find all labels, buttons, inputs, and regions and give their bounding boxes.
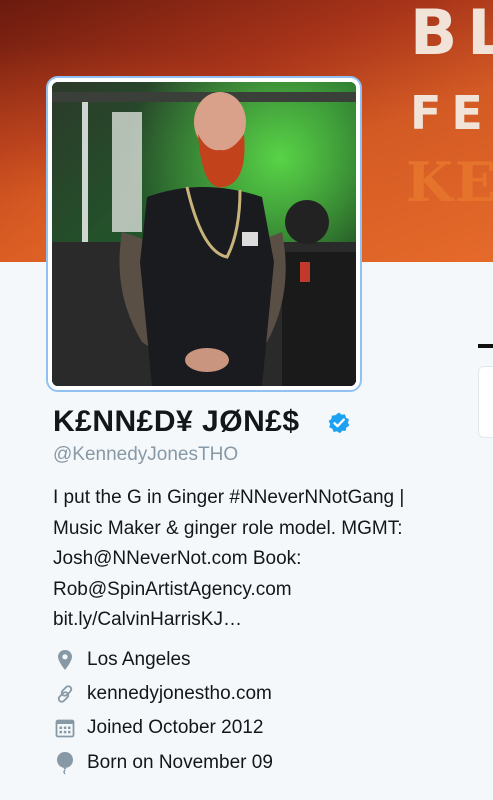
location-text: Los Angeles [87, 649, 191, 670]
profile-joined: Joined October 2012 [53, 713, 263, 743]
profile-handle[interactable]: @KennedyJonesTHO [53, 444, 238, 466]
website-link[interactable]: kennedyjonestho.com [87, 683, 272, 705]
profile-website[interactable]: kennedyjonestho.com [53, 679, 272, 709]
side-card [478, 366, 493, 438]
joined-text: Joined October 2012 [87, 717, 264, 738]
location-pin-icon [53, 648, 77, 672]
bio-line[interactable]: Rob@SpinArtistAgency.com [53, 575, 473, 606]
profile-location: Los Angeles [53, 645, 191, 675]
balloon-icon [53, 751, 77, 775]
profile-birthday: Born on November 09 [53, 748, 273, 778]
banner-text-line-1: BL [410, 0, 493, 69]
bio-line: Music Maker & ginger role model. MGMT: [53, 517, 403, 539]
link-icon [53, 682, 77, 706]
profile-bio: I put the G in Ginger #NNeverNNotGang | … [53, 483, 473, 636]
avatar-photo [52, 82, 356, 386]
divider [478, 344, 493, 348]
born-text: Born on November 09 [87, 752, 273, 773]
bio-line: I put the G in Ginger #NNeverNNotGang | [53, 487, 405, 508]
verified-badge-icon [327, 411, 351, 435]
profile-avatar[interactable] [48, 78, 360, 390]
bio-link[interactable]: bit.ly/CalvinHarrisKJ… [53, 605, 473, 636]
profile-name[interactable]: K£NN£D¥ JØN£$ [53, 405, 300, 439]
bio-line[interactable]: Josh@NNeverNot.com Book: [53, 544, 473, 575]
banner-text-line-3: KE [406, 150, 493, 214]
banner-text-line-2: FEA [410, 86, 493, 140]
calendar-icon [53, 716, 77, 740]
